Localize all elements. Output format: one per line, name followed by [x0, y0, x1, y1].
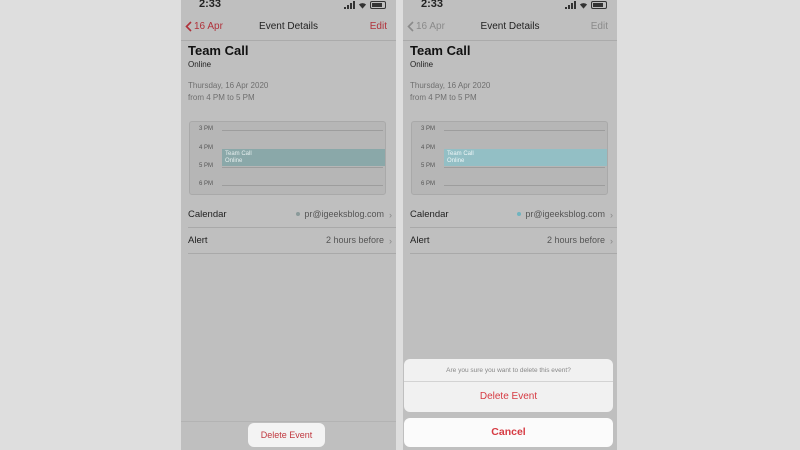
action-sheet-divider	[404, 381, 613, 382]
navigation-bar: 16 Apr Event Details Edit	[403, 12, 617, 41]
status-time: 2:33	[421, 0, 444, 10]
calendar-color-dot	[296, 212, 301, 216]
hour-label: 4 PM	[421, 145, 436, 151]
event-location: Online	[410, 60, 434, 69]
calendar-value-group: pr@igeeksblog.com	[517, 209, 605, 219]
page-title: Event Details	[480, 21, 540, 32]
calendar-value: pr@igeeksblog.com	[304, 209, 384, 219]
signal-icon	[344, 1, 355, 9]
timeline-event-title: Team Call	[447, 151, 474, 157]
alert-label: Alert	[188, 235, 208, 246]
event-title: Team Call	[410, 43, 471, 58]
day-timeline[interactable]: 3 PM 4 PM 5 PM 6 PM Team Call Online	[189, 121, 386, 195]
wifi-icon	[358, 3, 367, 9]
event-time-range: from 4 PM to 5 PM	[410, 93, 477, 102]
cancel-button[interactable]: Cancel	[404, 418, 613, 447]
calendar-row[interactable]: Calendar pr@igeeksblog.com ›	[410, 201, 617, 228]
battery-icon	[591, 1, 607, 9]
alert-row[interactable]: Alert 2 hours before ›	[188, 227, 396, 254]
event-title: Team Call	[188, 43, 249, 58]
calendar-label: Calendar	[188, 209, 227, 220]
action-sheet: Are you sure you want to delete this eve…	[404, 359, 613, 412]
event-time-range: from 4 PM to 5 PM	[188, 93, 255, 102]
timeline-event-block[interactable]: Team Call Online	[444, 149, 607, 166]
day-timeline[interactable]: 3 PM 4 PM 5 PM 6 PM Team Call Online	[411, 121, 608, 195]
event-location: Online	[188, 60, 212, 69]
calendar-row[interactable]: Calendar pr@igeeksblog.com ›	[188, 201, 396, 228]
phone-screen-right: 2:33 16 Apr Event Details Edit Team Call…	[403, 0, 617, 450]
action-sheet-message: Are you sure you want to delete this eve…	[446, 367, 571, 374]
status-bar: 2:33	[181, 0, 396, 12]
phone-screen-left: 2:33 16 Apr Event Details Edit Team Call…	[181, 0, 396, 450]
timeline-event-block[interactable]: Team Call Online	[222, 149, 385, 166]
alert-row[interactable]: Alert 2 hours before ›	[410, 227, 617, 254]
timeline-event-location: Online	[225, 158, 243, 164]
hour-label: 5 PM	[199, 163, 214, 169]
hour-label: 6 PM	[199, 181, 214, 187]
hour-label: 3 PM	[199, 126, 214, 132]
timeline-event-title: Team Call	[225, 151, 252, 157]
battery-icon	[370, 1, 386, 9]
chevron-right-icon: ›	[389, 236, 392, 246]
hour-label: 3 PM	[421, 126, 436, 132]
chevron-right-icon: ›	[389, 210, 392, 220]
signal-icon	[565, 1, 576, 9]
status-icons	[344, 1, 386, 9]
status-bar: 2:33	[403, 0, 617, 12]
calendar-color-dot	[517, 212, 522, 216]
calendar-label: Calendar	[410, 209, 449, 220]
alert-label: Alert	[410, 235, 430, 246]
status-time: 2:33	[199, 0, 222, 10]
calendar-value: pr@igeeksblog.com	[525, 209, 605, 219]
edit-button[interactable]: Edit	[591, 21, 608, 32]
alert-value: 2 hours before	[546, 235, 605, 245]
toolbar-divider	[181, 421, 396, 422]
edit-button[interactable]: Edit	[370, 21, 387, 32]
hour-label: 4 PM	[199, 145, 214, 151]
status-icons	[565, 1, 607, 9]
confirm-delete-button[interactable]: Delete Event	[404, 391, 613, 402]
hour-label: 5 PM	[421, 163, 436, 169]
calendar-value-group: pr@igeeksblog.com	[296, 209, 384, 219]
event-date: Thursday, 16 Apr 2020	[188, 81, 269, 90]
timeline-event-location: Online	[447, 158, 465, 164]
page-title: Event Details	[259, 21, 318, 32]
alert-value: 2 hours before	[325, 235, 384, 245]
event-date: Thursday, 16 Apr 2020	[410, 81, 491, 90]
hour-label: 6 PM	[421, 181, 436, 187]
delete-event-button[interactable]: Delete Event	[248, 423, 325, 447]
wifi-icon	[579, 3, 588, 9]
navigation-bar: 16 Apr Event Details Edit	[181, 12, 396, 41]
chevron-right-icon: ›	[610, 236, 613, 246]
chevron-right-icon: ›	[610, 210, 613, 220]
